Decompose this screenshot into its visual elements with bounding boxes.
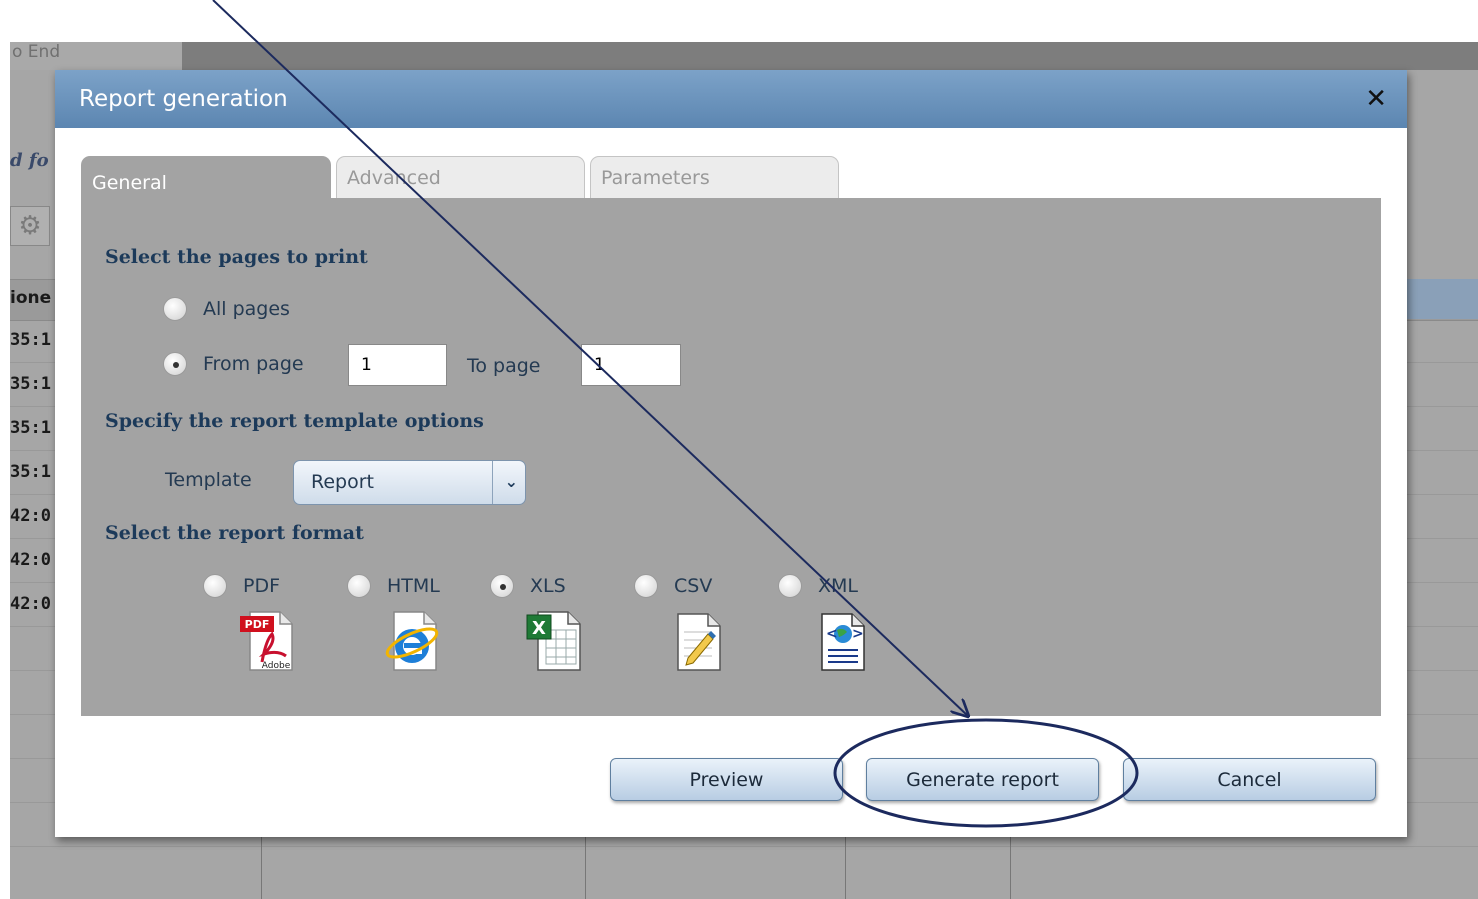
excel-icon[interactable]: X: [524, 610, 584, 672]
select-divider: [492, 461, 493, 504]
template-section-heading: Specify the report template options: [105, 410, 484, 432]
csv-document-icon[interactable]: [668, 610, 728, 672]
column-divider: [585, 832, 586, 899]
pdf-icon[interactable]: PDF Adobe: [236, 610, 296, 672]
from-page-input[interactable]: [348, 344, 447, 386]
template-select-value: Report: [311, 471, 374, 493]
background-cell: 42:0: [10, 550, 51, 570]
xml-document-icon[interactable]: < >: [812, 610, 872, 672]
format-label-csv: CSV: [674, 575, 713, 597]
all-pages-label: All pages: [203, 298, 290, 320]
svg-text:Adobe: Adobe: [262, 661, 291, 671]
column-divider: [1010, 832, 1011, 899]
format-label-pdf: PDF: [243, 575, 281, 597]
background-cell: 42:0: [10, 594, 51, 614]
all-pages-radio[interactable]: [163, 297, 187, 321]
close-icon[interactable]: ✕: [1365, 84, 1387, 114]
format-radio-xls[interactable]: [490, 574, 514, 598]
generate-report-button[interactable]: Generate report: [866, 758, 1099, 801]
tab-advanced[interactable]: Advanced: [336, 156, 585, 198]
format-radio-csv[interactable]: [634, 574, 658, 598]
background-top-bar: [10, 42, 1478, 70]
tab-parameters[interactable]: Parameters: [590, 156, 839, 198]
to-page-label: To page: [467, 355, 541, 377]
chevron-down-icon: ⌄: [504, 472, 518, 491]
format-radio-html[interactable]: [347, 574, 371, 598]
internet-explorer-icon[interactable]: [380, 610, 440, 672]
template-select[interactable]: Report ⌄: [293, 460, 526, 505]
format-label-html: HTML: [387, 575, 440, 597]
background-cell: 42:0: [10, 506, 51, 526]
template-label: Template: [165, 469, 252, 491]
format-radio-xml[interactable]: [778, 574, 802, 598]
background-column-header: ione: [10, 288, 52, 308]
svg-text:X: X: [532, 618, 546, 639]
to-page-input[interactable]: [581, 344, 681, 386]
svg-text:<: <: [826, 626, 838, 642]
column-divider: [261, 832, 262, 899]
background-italic-text: d fo: [10, 150, 49, 171]
gear-icon[interactable]: ⚙: [10, 206, 50, 246]
row-divider: [10, 846, 1478, 847]
format-section-heading: Select the report format: [105, 522, 364, 544]
preview-button[interactable]: Preview: [610, 758, 843, 801]
dialog-header: Report generation ✕: [55, 70, 1407, 128]
from-page-radio[interactable]: [163, 352, 187, 376]
general-tab-panel: Select the pages to print All pages From…: [81, 198, 1381, 716]
background-tab[interactable]: o End: [10, 42, 182, 70]
format-label-xml: XML: [818, 575, 858, 597]
svg-text:PDF: PDF: [245, 618, 270, 631]
from-page-label: From page: [203, 353, 304, 375]
background-header-highlight: [1398, 279, 1478, 319]
svg-text:>: >: [852, 626, 864, 642]
background-cell: 35:1: [10, 418, 51, 438]
tab-general[interactable]: General: [81, 156, 331, 198]
report-generation-dialog: Report generation ✕ General Advanced Par…: [55, 70, 1407, 837]
dialog-title: Report generation: [79, 86, 288, 112]
pages-section-heading: Select the pages to print: [105, 246, 368, 268]
background-cell: 35:1: [10, 330, 51, 350]
background-cell: 35:1: [10, 374, 51, 394]
column-divider: [845, 832, 846, 899]
format-label-xls: XLS: [530, 575, 566, 597]
background-cell: 35:1: [10, 462, 51, 482]
cancel-button[interactable]: Cancel: [1123, 758, 1376, 801]
format-radio-pdf[interactable]: [203, 574, 227, 598]
